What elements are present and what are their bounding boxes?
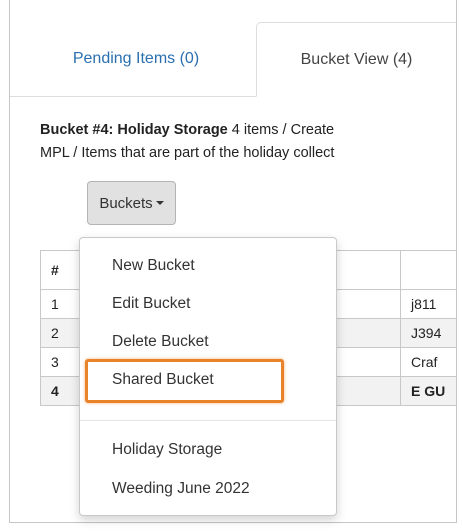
caret-down-icon <box>155 201 164 205</box>
row-cell: J394 <box>400 318 456 348</box>
column-header <box>400 250 456 290</box>
menu-item-new-bucket[interactable]: New Bucket <box>112 257 195 275</box>
buckets-button-label: Buckets <box>99 194 153 212</box>
menu-item-bucket-weeding-june-2022[interactable]: Weeding June 2022 <box>112 480 250 498</box>
bucket-description: MPL / Items that are part of the holiday… <box>40 145 335 161</box>
menu-item-delete-bucket[interactable]: Delete Bucket <box>112 333 209 351</box>
bucket-title: Bucket #4: Holiday Storage <box>40 122 228 138</box>
buckets-dropdown-button[interactable]: Buckets <box>87 181 176 225</box>
row-cell: Craf <box>400 347 456 377</box>
shared-bucket-highlight-box <box>85 359 284 403</box>
tab-bar: Pending Items (0) Bucket View (4) <box>10 0 456 97</box>
menu-item-bucket-holiday-storage[interactable]: Holiday Storage <box>112 441 222 459</box>
row-cell: E GU <box>400 376 456 406</box>
menu-divider <box>80 420 336 421</box>
row-cell: j811 <box>400 289 456 319</box>
tab-bucket-view[interactable]: Bucket View (4) <box>256 22 456 97</box>
menu-item-edit-bucket[interactable]: Edit Bucket <box>112 295 190 313</box>
bucket-summary-line1: Bucket #4: Holiday Storage 4 items / Cre… <box>40 122 456 138</box>
tab-pending-items[interactable]: Pending Items (0) <box>36 22 236 96</box>
bucket-summary-text: 4 items / Create <box>227 122 335 138</box>
